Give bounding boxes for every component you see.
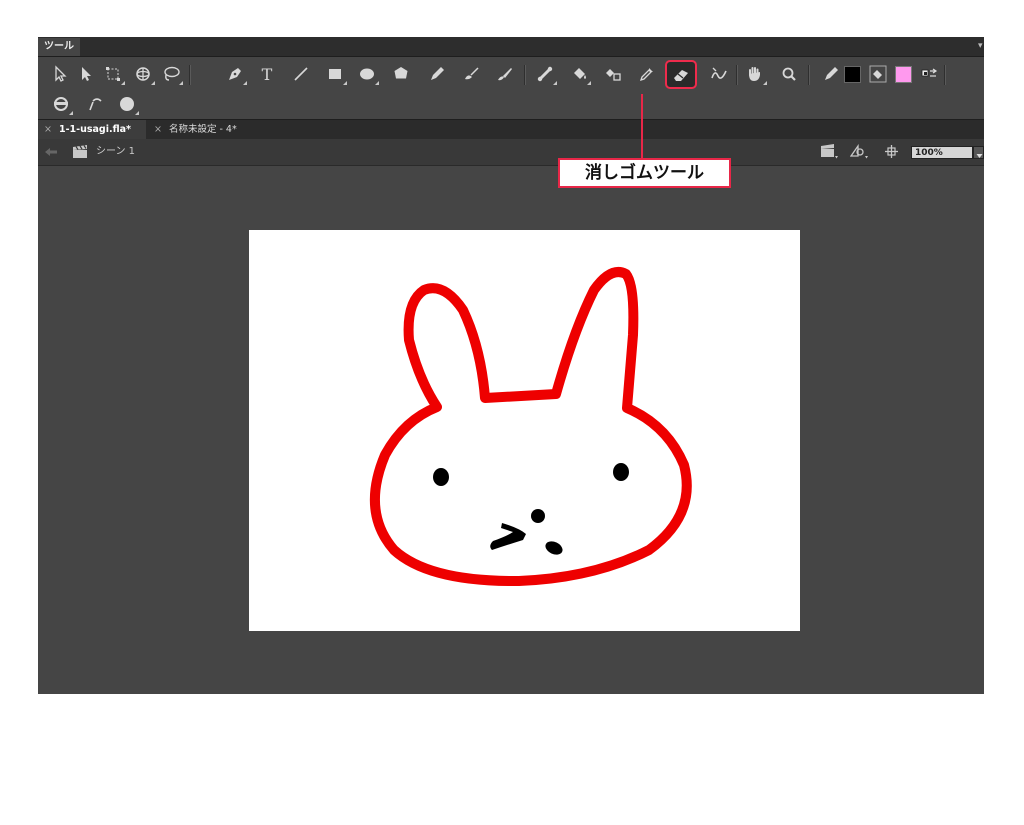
paint-bucket-tool[interactable] <box>566 61 592 87</box>
free-transform-tool[interactable] <box>100 61 126 87</box>
close-icon[interactable]: × <box>154 124 162 135</box>
toolbar-divider <box>189 65 191 85</box>
eyedropper-tool[interactable] <box>634 61 660 87</box>
mouth-right <box>545 541 563 555</box>
smooth-button[interactable] <box>82 91 108 117</box>
pen-tool[interactable] <box>222 61 248 87</box>
polystar-icon <box>394 67 408 79</box>
fill-color-swatch[interactable] <box>895 66 912 83</box>
submenu-indicator-icon <box>763 81 767 85</box>
callout-leader-line <box>641 94 643 159</box>
left-eye <box>433 468 449 486</box>
right-eye <box>613 463 629 481</box>
lasso-tool[interactable] <box>158 61 184 87</box>
toolbar-divider <box>944 65 946 85</box>
snap-to-objects-button[interactable] <box>48 91 74 117</box>
stroke-color-tool[interactable] <box>818 61 844 87</box>
edit-scene-icon[interactable] <box>820 144 838 159</box>
oval-tool[interactable] <box>354 61 380 87</box>
svg-text:T: T <box>262 65 273 84</box>
fill-color-tool[interactable] <box>867 61 889 87</box>
width-tool[interactable] <box>706 61 732 87</box>
tools-toolbar: T <box>38 57 984 119</box>
clapperboard-icon <box>73 145 87 158</box>
bone-tool[interactable] <box>532 61 558 87</box>
brush-icon <box>465 67 479 80</box>
hand-tool[interactable] <box>742 61 768 87</box>
submenu-indicator-icon <box>243 81 247 85</box>
zoom-level-field[interactable]: 100% <box>911 146 973 159</box>
zoom-tool[interactable] <box>776 61 802 87</box>
mouth-left <box>490 523 526 550</box>
nose <box>531 509 545 523</box>
tools-panel-tabbar: ツール ▾ <box>38 37 984 57</box>
subselection-tool[interactable] <box>72 61 98 87</box>
smooth-icon <box>89 98 102 111</box>
submenu-indicator-icon <box>553 81 557 85</box>
flash-editor-window: ツール ▾ T × 1-1-usagi.fla* × 名称未設定 - 4* シー… <box>38 37 984 694</box>
scene-name: シーン 1 <box>96 146 136 157</box>
scene-bar: シーン 1 100% <box>38 139 984 166</box>
swap-colors-button[interactable] <box>918 61 940 87</box>
toolbar-divider <box>736 65 738 85</box>
pencil-icon <box>431 67 444 80</box>
toolbar-divider <box>808 65 810 85</box>
document-tab-label: 名称未設定 - 4* <box>168 124 237 135</box>
eraser-icon <box>674 69 688 81</box>
subselection-arrow-icon <box>82 67 91 81</box>
toolbar-divider <box>524 65 526 85</box>
eyedropper-icon <box>639 68 653 82</box>
submenu-indicator-icon <box>587 81 591 85</box>
panel-menu-icon[interactable]: ▾ <box>978 37 984 56</box>
paint-brush-tool[interactable] <box>492 61 518 87</box>
submenu-indicator-icon <box>135 111 139 115</box>
eraser-tool-callout: 消しゴムツール <box>558 158 731 188</box>
document-tab-usagi[interactable]: × 1-1-usagi.fla* <box>38 120 146 140</box>
text-t-icon: T <box>262 65 273 84</box>
paint-brush-icon <box>498 68 512 81</box>
document-tabbar: × 1-1-usagi.fla* × 名称未設定 - 4* <box>38 119 984 140</box>
stage-canvas[interactable] <box>249 230 800 631</box>
edit-symbols-icon[interactable] <box>850 144 868 159</box>
brush-tool[interactable] <box>458 61 484 87</box>
eraser-tool[interactable] <box>665 60 697 89</box>
close-icon[interactable]: × <box>44 124 52 135</box>
bunny-outline <box>369 267 692 587</box>
back-arrow-icon[interactable] <box>44 147 58 157</box>
chevron-down-icon <box>976 154 983 158</box>
fill-bucket-icon <box>869 65 887 83</box>
magnifier-icon <box>782 67 796 81</box>
center-stage-icon[interactable] <box>884 144 899 159</box>
submenu-indicator-icon <box>69 111 73 115</box>
width-icon <box>711 67 727 79</box>
eraser-shape-button[interactable] <box>114 91 140 117</box>
pencil-tool[interactable] <box>424 61 450 87</box>
3d-rotation-tool[interactable] <box>130 61 156 87</box>
bunny-drawing <box>369 267 692 587</box>
document-tab-label: 1-1-usagi.fla* <box>58 124 131 135</box>
ink-bottle-icon <box>606 69 621 81</box>
polystar-tool[interactable] <box>388 61 414 87</box>
submenu-indicator-icon <box>179 81 183 85</box>
text-tool[interactable]: T <box>254 61 280 87</box>
submenu-indicator-icon <box>343 81 347 85</box>
stroke-pencil-icon <box>825 67 838 80</box>
document-tab-untitled[interactable]: × 名称未設定 - 4* <box>148 120 258 140</box>
submenu-indicator-icon <box>121 81 125 85</box>
selection-tool[interactable] <box>46 61 72 87</box>
submenu-indicator-icon <box>151 81 155 85</box>
line-tool[interactable] <box>288 61 314 87</box>
swap-colors-icon <box>921 68 938 77</box>
line-icon <box>294 67 308 81</box>
zoom-dropdown-button[interactable] <box>973 146 984 159</box>
rectangle-tool[interactable] <box>322 61 348 87</box>
ink-bottle-tool[interactable] <box>600 61 626 87</box>
submenu-indicator-icon <box>375 81 379 85</box>
tools-panel-tab[interactable]: ツール <box>38 38 80 56</box>
stroke-color-swatch[interactable] <box>844 66 861 83</box>
selection-arrow-icon <box>55 65 67 82</box>
